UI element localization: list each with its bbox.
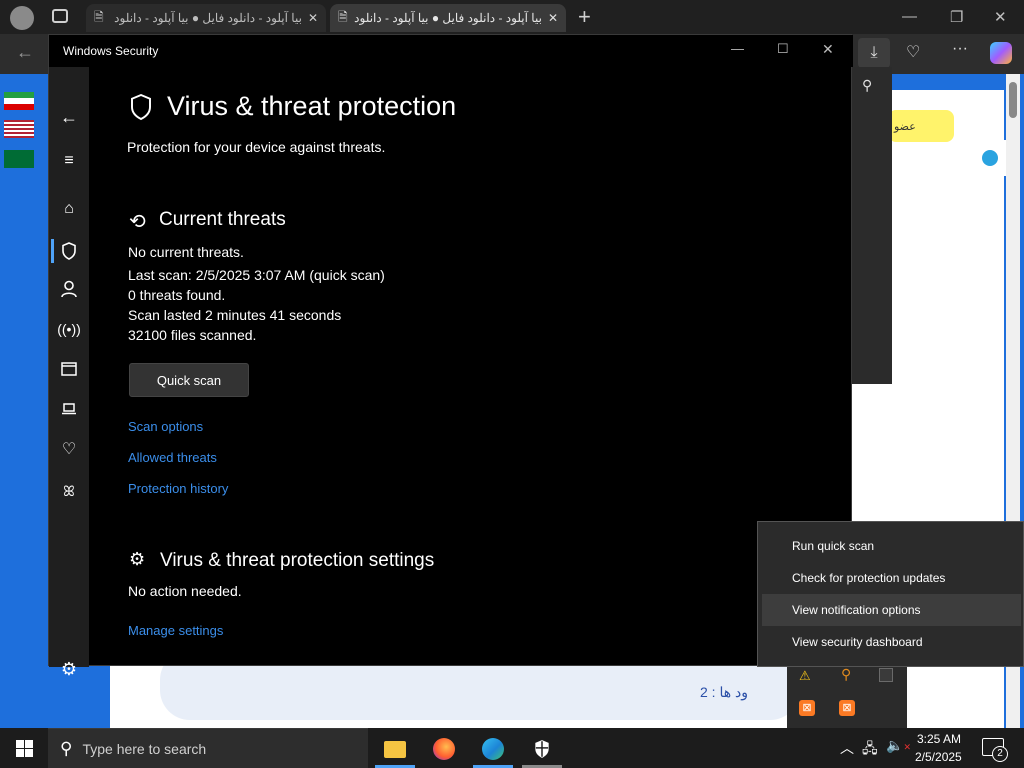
telegram-icon[interactable] <box>974 140 1006 176</box>
browser-tab-1[interactable]: 🗎 بیا آپلود - دانلود فایل ● بیا آپلود - … <box>86 4 326 32</box>
page-title: Virus & threat protection <box>167 91 457 121</box>
network-tray-icon[interactable]: 🖧 <box>862 738 878 762</box>
defender-tray-icon[interactable]: ⚠ <box>799 668 811 684</box>
close-tab-icon[interactable]: ✕ <box>548 11 558 25</box>
settings-gears-icon: ⚙ <box>129 549 146 569</box>
web-page-footer-text: ود ها : 2 <box>700 684 748 700</box>
threats-found-line: 0 threats found. <box>128 287 226 303</box>
xampp-icon[interactable]: ⊠ <box>799 700 815 716</box>
xampp-icon[interactable]: ⊠ <box>839 700 855 716</box>
health-icon[interactable]: ♡ <box>906 42 920 62</box>
scan-options-link[interactable]: Scan options <box>128 419 203 434</box>
notification-options-menu-item[interactable]: View notification options <box>762 594 1021 626</box>
tab-title: بیا آپلود - دانلود فایل ● بیا آپلود - دا… <box>354 11 542 25</box>
settings-gear-icon[interactable]: ⚙ <box>49 653 89 685</box>
saudi-flag-icon[interactable] <box>4 150 34 168</box>
web-side-button[interactable]: عضو <box>888 110 954 142</box>
tab-title: بیا آپلود - دانلود فایل ● بیا آپلود - دا… <box>110 11 302 25</box>
browser-tab-2[interactable]: 🗎 بیا آپلود - دانلود فایل ● بیا آپلود - … <box>330 4 566 32</box>
pin-icon[interactable]: ⚲ <box>862 77 872 94</box>
windows-security-window: Windows Security — ☐ ✕ ← ≡ ⌂ ((•)) ♡ ꕤ ⚙… <box>48 34 853 679</box>
account-icon[interactable] <box>49 273 89 305</box>
tray-overflow-flyout: ⚠ ⚲ ⊠ ⊠ <box>787 666 907 728</box>
minimize-icon[interactable]: — <box>902 8 917 25</box>
close-icon[interactable]: ✕ <box>822 41 834 58</box>
start-button[interactable] <box>0 728 48 768</box>
family-icon[interactable]: ꕤ <box>49 475 89 507</box>
security-dashboard-menu-item[interactable]: View security dashboard <box>762 626 1021 658</box>
home-icon[interactable]: ⌂ <box>49 193 89 225</box>
tray-context-menu: Run quick scan Check for protection upda… <box>757 521 1024 667</box>
file-explorer-icon[interactable] <box>375 732 415 766</box>
back-icon[interactable]: ← <box>49 101 89 133</box>
tray-chevron-icon[interactable]: ︿ <box>840 738 854 758</box>
browser-tab-strip: 🗎 بیا آپلود - دانلود فایل ● بیا آپلود - … <box>0 0 1024 34</box>
edge-icon[interactable] <box>473 732 513 766</box>
close-tab-icon[interactable]: ✕ <box>308 11 318 25</box>
menu-icon[interactable]: ≡ <box>49 145 89 177</box>
more-icon[interactable]: ··· <box>952 40 968 58</box>
search-placeholder: Type here to search <box>82 740 207 757</box>
app-browser-icon[interactable] <box>49 353 89 385</box>
files-scanned-line: 32100 files scanned. <box>128 327 257 343</box>
window-title: Windows Security <box>63 44 159 58</box>
window-titlebar: Windows Security — ☐ ✕ <box>49 35 853 67</box>
taskbar-search-box[interactable]: ⚲ Type here to search <box>48 728 368 768</box>
run-quick-scan-menu-item[interactable]: Run quick scan <box>762 530 1021 562</box>
scrollbar-thumb[interactable] <box>1009 82 1017 118</box>
protection-history-link[interactable]: Protection history <box>128 481 228 496</box>
clock-time[interactable]: 3:25 AM <box>917 732 961 746</box>
downloads-icon[interactable]: ⤓ <box>858 38 890 68</box>
check-updates-menu-item[interactable]: Check for protection updates <box>762 562 1021 594</box>
downloads-panel: ⚲ <box>852 67 892 384</box>
device-security-icon[interactable] <box>49 393 89 425</box>
iran-flag-icon[interactable] <box>4 92 34 110</box>
notification-count-badge: 2 <box>992 746 1008 762</box>
tab-actions-icon[interactable] <box>52 9 68 23</box>
current-threats-icon: ⟲ <box>129 211 146 233</box>
health-icon[interactable]: ♡ <box>49 433 89 465</box>
quick-scan-button[interactable]: Quick scan <box>129 363 249 397</box>
search-tray-icon[interactable]: ⚲ <box>841 666 851 683</box>
search-icon: ⚲ <box>60 738 73 758</box>
new-tab-icon[interactable]: + <box>578 4 591 30</box>
page-subtitle: Protection for your device against threa… <box>127 139 386 155</box>
manage-settings-link[interactable]: Manage settings <box>128 623 223 638</box>
maximize-icon[interactable]: ☐ <box>777 41 789 57</box>
page-icon: 🗎 <box>338 9 348 24</box>
usa-flag-icon[interactable] <box>4 120 34 138</box>
windows-logo-icon <box>15 739 33 757</box>
settings-heading: Virus & threat protection settings <box>160 550 435 571</box>
threat-status-line: No current threats. <box>128 244 244 260</box>
last-scan-line: Last scan: 2/5/2025 3:07 AM (quick scan) <box>128 267 385 283</box>
page-shield-icon <box>129 93 153 126</box>
page-icon: 🗎 <box>94 9 104 24</box>
allowed-threats-link[interactable]: Allowed threats <box>128 450 217 465</box>
nav-sidebar: ← ≡ ⌂ ((•)) ♡ ꕤ ⚙ <box>49 67 89 679</box>
current-threats-heading: Current threats <box>159 209 286 230</box>
network-icon[interactable]: ((•)) <box>49 313 89 345</box>
back-icon[interactable]: ← <box>16 42 34 63</box>
clock-date[interactable]: 2/5/2025 <box>915 750 962 764</box>
restore-icon[interactable]: ❐ <box>950 8 963 26</box>
scan-duration-line: Scan lasted 2 minutes 41 seconds <box>128 307 342 323</box>
firefox-icon[interactable] <box>424 732 464 766</box>
windows-security-taskbar-icon[interactable] <box>522 732 562 766</box>
security-tray-icon[interactable] <box>879 668 893 682</box>
profile-avatar[interactable] <box>10 6 34 30</box>
copilot-icon[interactable] <box>990 42 1012 64</box>
minimize-icon[interactable]: — <box>731 41 744 56</box>
shield-icon[interactable] <box>49 235 89 267</box>
volume-muted-icon[interactable]: 🔈✕ <box>886 737 911 754</box>
settings-status: No action needed. <box>128 583 242 599</box>
close-icon[interactable]: ✕ <box>994 8 1007 26</box>
